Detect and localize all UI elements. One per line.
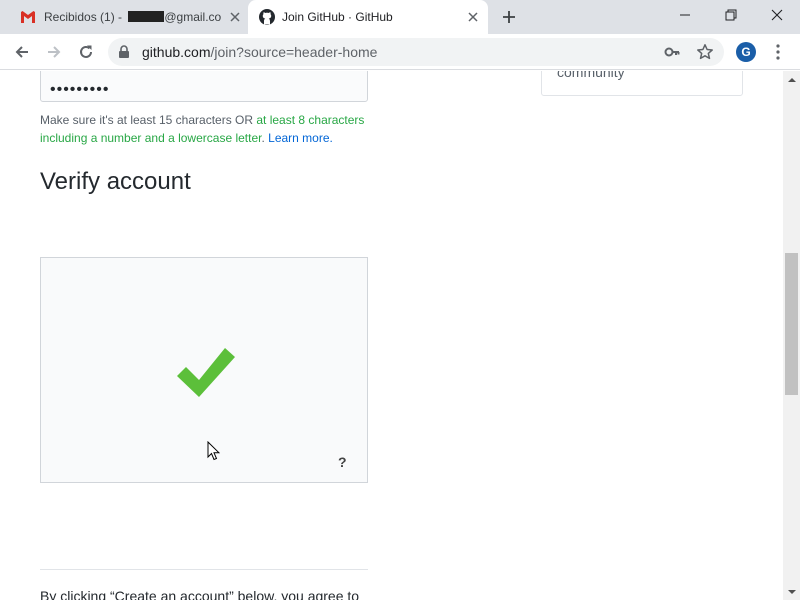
captcha-help-button[interactable]: ? [338,454,347,470]
scrollbar-thumb[interactable] [785,253,798,395]
learn-more-link[interactable]: Learn more. [268,131,333,145]
browser-toolbar: github.com/join?source=header-home G [0,34,800,70]
url-text: github.com/join?source=header-home [142,44,378,60]
page-viewport: ••••••••• community Make sure it's at le… [0,71,783,600]
minimize-icon[interactable] [662,0,708,30]
github-icon [259,9,275,28]
new-tab-icon[interactable] [498,6,520,28]
key-icon[interactable] [664,44,680,65]
captcha-frame[interactable]: ? [40,257,368,483]
vertical-scrollbar[interactable] [783,71,800,600]
sidebar-card: community [541,71,743,96]
scroll-up-arrow-icon[interactable] [783,71,800,88]
bookmark-star-icon[interactable] [696,43,714,66]
password-field[interactable]: ••••••••• [40,71,368,102]
divider [40,569,368,570]
back-icon[interactable] [10,40,34,64]
close-tab-icon[interactable] [226,8,244,26]
profile-avatar[interactable]: G [736,42,756,62]
tab-github[interactable]: Join GitHub · GitHub [248,0,488,34]
scroll-down-arrow-icon[interactable] [783,583,800,600]
password-hint: Make sure it's at least 15 characters OR… [40,113,365,145]
close-tab-icon[interactable] [464,8,482,26]
sidebar-card-text: community [557,71,625,80]
close-window-icon[interactable] [754,0,800,30]
checkmark-icon [175,346,235,403]
tab-title: Join GitHub · GitHub [282,10,393,24]
gmail-icon [20,10,36,27]
tab-title: Recibidos (1) - @gmail.co [44,10,222,24]
forward-icon[interactable] [42,40,66,64]
terms-text: By clicking “Create an account” below, y… [40,588,360,600]
mouse-cursor-icon [207,440,221,466]
lock-icon[interactable] [118,45,130,64]
redacted-block [128,11,165,22]
restore-icon[interactable] [708,0,754,30]
address-bar[interactable]: github.com/join?source=header-home [108,38,724,66]
reload-icon[interactable] [74,40,98,64]
tab-gmail[interactable]: Recibidos (1) - @gmail.co [8,0,248,34]
tab-strip: Recibidos (1) - @gmail.co Join GitHub · … [0,0,800,34]
verify-account-heading: Verify account [40,168,191,195]
menu-dots-icon[interactable] [768,42,788,62]
